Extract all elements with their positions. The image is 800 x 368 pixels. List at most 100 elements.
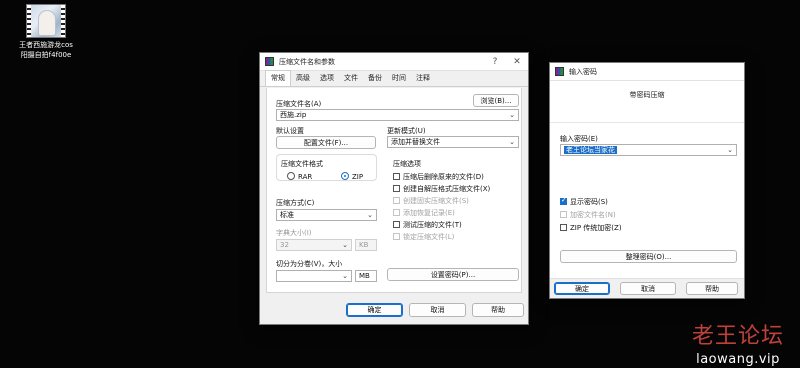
winrar-app-icon [265,57,274,66]
option-recovery[interactable]: 添加恢复记录(E) [393,208,455,218]
browse-button[interactable]: 浏览(B)... [473,94,519,107]
option-label: 创建固实压缩文件(S) [403,197,469,205]
general-panel: 压缩文件名(A) 浏览(B)... 西施.zip ⌄ 默认设置 配置文件(F).… [266,88,522,293]
format-zip-label: ZIP [352,173,364,181]
help-question-icon[interactable]: ? [484,57,506,67]
set-password-button[interactable]: 设置密码(P)... [387,268,519,281]
option-label: 加密文件名(N) [570,211,616,219]
desktop-video-file[interactable]: 王者西施游龙cos 阳摄自拍f4f00e [14,4,78,60]
encrypt-filenames-checkbox[interactable]: 加密文件名(N) [560,210,616,220]
ok-button[interactable]: 确定 [554,282,610,295]
option-label: 测试压缩的文件(T) [403,221,462,229]
help-button[interactable]: 帮助 [686,282,738,295]
option-solid[interactable]: 创建固实压缩文件(S) [393,196,469,206]
split-label: 切分为分卷(V)，大小 [276,260,343,268]
dict-size-select[interactable]: 32 ⌄ [276,239,352,251]
split-unit-select[interactable]: MB [355,270,377,282]
file-label-line2: 阳摄自拍f4f00e [20,51,72,59]
chevron-down-icon[interactable]: ⌄ [342,271,348,281]
tab-general[interactable]: 常规 [265,70,291,86]
zip-legacy-encryption-checkbox[interactable]: ZIP 传统加密(Z) [560,223,622,233]
ok-button[interactable]: 确定 [346,303,403,317]
dict-label: 字典大小(I) [276,229,312,237]
tab-files[interactable]: 文件 [339,71,363,86]
chevron-down-icon[interactable]: ⌄ [509,137,515,147]
option-label: 压缩后删除原来的文件(D) [403,173,484,181]
chevron-down-icon: ⌄ [342,241,348,249]
password-titlebar: 输入密码 [550,63,744,81]
checkbox-icon [393,173,400,180]
update-mode-value: 添加并替换文件 [391,138,440,146]
checkbox-icon [393,221,400,228]
format-rar-radio[interactable]: RAR [287,172,312,181]
checkbox-icon [393,197,400,204]
chevron-down-icon[interactable]: ⌄ [509,110,515,120]
dict-unit-select[interactable]: KB [355,239,377,251]
file-label-line1: 王者西施游龙cos [19,41,73,49]
close-icon[interactable]: ✕ [506,57,528,67]
checkbox-icon [393,233,400,240]
radio-icon [287,172,295,180]
tab-advanced[interactable]: 高级 [291,71,315,86]
update-mode-label: 更新模式(U) [387,127,426,135]
option-test[interactable]: 测试压缩的文件(T) [393,220,462,230]
option-label: 添加恢复记录(E) [403,209,455,217]
dialog-title: 压缩文件名和参数 [279,57,335,66]
chevron-down-icon[interactable]: ⌄ [367,210,373,220]
checkbox-icon [393,209,400,216]
tab-time[interactable]: 时间 [387,71,411,86]
method-label: 压缩方式(C) [276,199,315,207]
tab-strip: 常规 高级 选项 文件 备份 时间 注释 [260,70,528,87]
chevron-down-icon[interactable]: ⌄ [727,145,733,155]
dict-value: 32 [280,241,289,249]
method-value: 标准 [280,211,294,219]
winrar-app-icon [555,67,564,76]
password-value: 老王论坛当家花 [564,146,617,154]
option-label: 锁定压缩文件(L) [403,233,455,241]
enter-password-label: 输入密码(E) [560,135,598,143]
help-button[interactable]: 帮助 [472,303,524,317]
tab-backup[interactable]: 备份 [363,71,387,86]
option-delete-after[interactable]: 压缩后删除原来的文件(D) [393,172,484,182]
checkbox-icon [560,224,567,231]
password-header: 带密码压缩 [550,81,744,123]
update-mode-select[interactable]: 添加并替换文件 ⌄ [387,136,519,148]
dialog-footer: 确定 取消 帮助 [260,296,528,324]
archive-name-value: 西施.zip [280,111,307,119]
dialog-titlebar: 压缩文件名和参数 ? ✕ [260,53,528,71]
cancel-button[interactable]: 取消 [409,303,466,317]
checkbox-icon [560,211,567,218]
password-input[interactable]: 老王论坛当家花 ⌄ [560,144,737,156]
archive-parameters-dialog: 压缩文件名和参数 ? ✕ 常规 高级 选项 文件 备份 时间 注释 压缩文件名(… [259,52,529,325]
show-password-checkbox[interactable]: 显示密码(S) [560,196,608,207]
watermark-chinese: 老王论坛 [691,324,784,349]
password-body: 带密码压缩 输入密码(E) 老王论坛当家花 ⌄ 显示密码(S) 加密文件名(N)… [550,81,744,298]
dict-unit: KB [359,241,369,249]
cancel-button[interactable]: 取消 [620,282,676,295]
option-label: 显示密码(S) [570,198,608,206]
password-dialog-title: 输入密码 [569,67,597,76]
checkbox-checked-icon [560,196,567,205]
profiles-button[interactable]: 配置文件(F)... [276,136,376,149]
archive-name-label: 压缩文件名(A) [276,100,322,108]
tab-options[interactable]: 选项 [315,71,339,86]
option-sfx[interactable]: 创建自解压格式压缩文件(X) [393,184,490,194]
checkbox-icon [393,185,400,192]
archive-name-field[interactable]: 西施.zip ⌄ [276,109,519,121]
format-rar-label: RAR [298,173,313,181]
password-footer: 确定 取消 帮助 [550,278,744,298]
watermark-url: laowang.vip [696,352,780,367]
video-thumbnail [26,4,66,38]
format-zip-radio[interactable]: ZIP [341,172,363,181]
radio-selected-icon [341,172,349,180]
password-dialog: 输入密码 带密码压缩 输入密码(E) 老王论坛当家花 ⌄ 显示密码(S) 加密文… [549,62,745,299]
split-size-field[interactable]: ⌄ [276,270,352,282]
option-lock[interactable]: 锁定压缩文件(L) [393,232,454,242]
format-group-label: 压缩文件格式 [281,160,323,168]
option-label: 创建自解压格式压缩文件(X) [403,185,491,193]
organize-passwords-button[interactable]: 整理密码(O)... [560,250,737,263]
default-settings-label: 默认设置 [276,127,304,135]
tab-comment[interactable]: 注释 [411,71,435,86]
split-unit: MB [359,272,370,280]
method-select[interactable]: 标准 ⌄ [276,209,377,221]
